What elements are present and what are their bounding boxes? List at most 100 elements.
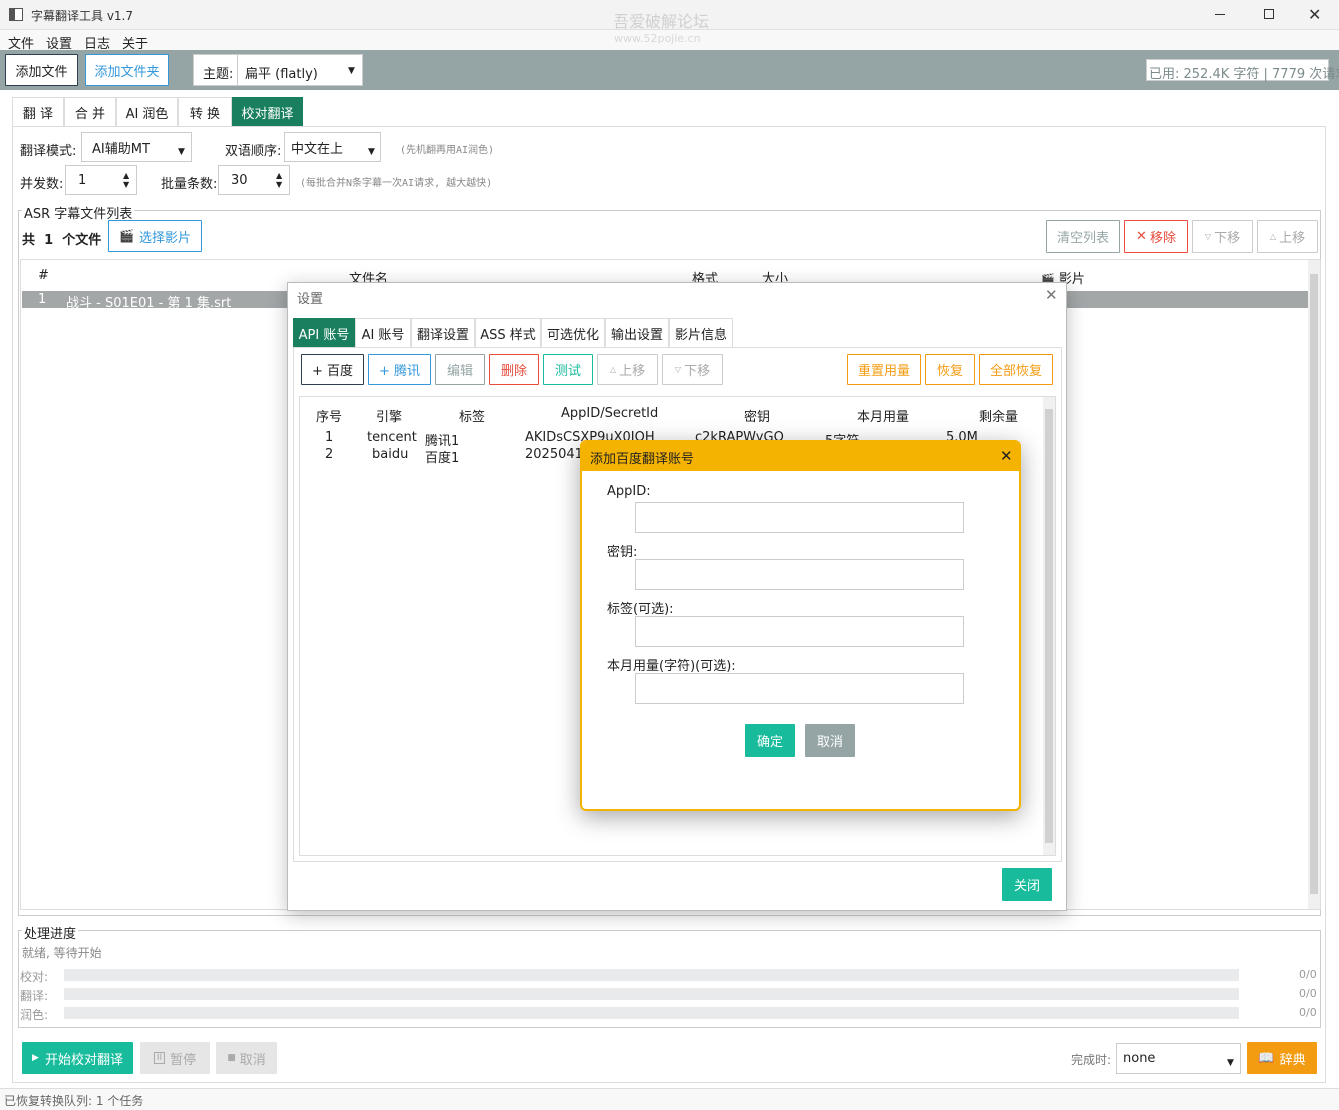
tab-output-settings[interactable]: 输出设置 (605, 318, 669, 347)
chevron-down-icon: ▼ (178, 147, 185, 157)
col-no: 序号 (316, 410, 343, 425)
batch-hint: (每批合并N条字幕一次AI请求, 越大越快) (300, 178, 493, 189)
add-folder-button[interactable]: 添加文件夹 (85, 54, 169, 86)
tab-api-account[interactable]: API 账号 (293, 318, 355, 347)
on-done-value: none (1123, 1051, 1156, 1066)
appid-input[interactable] (635, 502, 964, 533)
row-index: 1 (38, 292, 47, 307)
toolbar: 添加文件 添加文件夹 主题: 扁平 (flatly) ▼ 已用: 252.4K … (0, 50, 1339, 90)
tab-ai-account[interactable]: AI 账号 (355, 318, 411, 347)
select-video-label: 选择影片 (138, 230, 191, 246)
restore-button[interactable]: 恢复 (925, 354, 975, 385)
polish-count: 0/0 (1299, 1006, 1317, 1019)
close-icon[interactable]: ✕ (1000, 447, 1013, 465)
tab-label: 校对翻译 (241, 106, 294, 122)
tab-ass-style[interactable]: ASS 样式 (475, 318, 541, 347)
select-video-button[interactable]: 🎬 选择影片 (108, 220, 202, 252)
move-up-button[interactable]: △ 上移 (1257, 220, 1318, 253)
usage-text: 已用: 252.4K 字符 | 7779 次请求 (1149, 67, 1339, 82)
on-done-select[interactable]: none ▼ (1116, 1043, 1241, 1074)
tag-input[interactable] (635, 616, 964, 647)
status-text: 已恢复转换队列: 1 个任务 (4, 1094, 144, 1108)
add-baidu-button[interactable]: + 百度 (301, 354, 364, 385)
pause-label: 暂停 (170, 1052, 197, 1068)
test-button[interactable]: 测试 (543, 354, 593, 385)
move-down-button[interactable]: ▽ 下移 (1192, 220, 1253, 253)
theme-value: 扁平 (flatly) (245, 67, 318, 82)
tab-convert[interactable]: 转 换 (178, 97, 232, 126)
theme-select[interactable]: 扁平 (flatly) ▼ (237, 55, 363, 85)
reset-usage-button[interactable]: 重置用量 (847, 354, 921, 385)
mode-select[interactable]: AI辅助MT ▼ (81, 132, 192, 162)
account-up-button[interactable]: △ 上移 (597, 354, 658, 385)
tab-translate[interactable]: 翻 译 (12, 97, 64, 126)
add-tencent-button[interactable]: + 腾讯 (368, 354, 431, 385)
tab-optional-optimize[interactable]: 可选优化 (541, 318, 605, 347)
secret-key-input[interactable] (635, 559, 964, 590)
concurrency-spinbox[interactable]: 1 ▲ ▼ (65, 165, 137, 195)
settings-close-button[interactable]: 关闭 (1002, 868, 1052, 901)
cell-tag: 百度1 (425, 451, 460, 466)
remove-label: 移除 (1149, 231, 1176, 246)
vertical-scrollbar[interactable] (1308, 260, 1320, 909)
close-icon[interactable]: ✕ (1045, 286, 1058, 304)
vertical-scrollbar[interactable] (1043, 397, 1055, 855)
up-arrow-icon: △ (609, 365, 617, 374)
edit-button[interactable]: 编辑 (435, 354, 485, 385)
dtab-label: 可选优化 (546, 327, 599, 343)
pause-button[interactable]: II 暂停 (140, 1042, 210, 1074)
translate-label: 翻译: (20, 989, 49, 1003)
book-icon: 📖 (1258, 1050, 1275, 1066)
tab-merge[interactable]: 合 并 (64, 97, 116, 126)
polish-progress (64, 1007, 1239, 1019)
delete-button[interactable]: 删除 (489, 354, 539, 385)
add-account-title: 添加百度翻译账号 (590, 452, 695, 467)
remove-button[interactable]: ✕ 移除 (1124, 220, 1188, 253)
chevron-down-icon: ▼ (348, 66, 355, 76)
start-button[interactable]: ▶ 开始校对翻译 (22, 1042, 133, 1074)
tab-translate-settings[interactable]: 翻译设置 (411, 318, 475, 347)
translate-count: 0/0 (1299, 987, 1317, 1000)
restore-all-button[interactable]: 全部恢复 (979, 354, 1053, 385)
order-select[interactable]: 中文在上 ▼ (284, 132, 381, 162)
col-remain: 剩余量 (979, 410, 1019, 425)
cancel-task-button[interactable]: ■ 取消 (216, 1042, 277, 1074)
close-icon[interactable]: ✕ (1308, 5, 1321, 24)
tab-video-info[interactable]: 影片信息 (669, 318, 733, 347)
status-bar: 已恢复转换队列: 1 个任务 (0, 1088, 1339, 1110)
usage-box: 已用: 252.4K 字符 | 7779 次请求 (1146, 59, 1339, 82)
tab-proofread[interactable]: 校对翻译 (232, 97, 303, 126)
chevron-down-icon: ▼ (368, 147, 375, 157)
col-key: 密钥 (744, 410, 771, 425)
cancel-task-label: 取消 (239, 1052, 266, 1068)
appid-label: AppID: (607, 484, 651, 499)
down-arrow-icon: ▽ (1204, 232, 1212, 241)
down-label: 下移 (684, 364, 711, 379)
clear-list-button[interactable]: 清空列表 (1046, 220, 1120, 253)
add-file-button[interactable]: 添加文件 (5, 54, 78, 86)
cell-no: 1 (325, 430, 334, 445)
move-down-label: 下移 (1214, 231, 1241, 246)
batch-spinbox[interactable]: 30 ▲ ▼ (218, 165, 290, 195)
mode-value: AI辅助MT (92, 141, 150, 157)
minimize-icon[interactable] (1215, 14, 1225, 15)
polish-label: 润色: (20, 1008, 49, 1022)
pause-icon: II (153, 1052, 166, 1064)
cancel-button[interactable]: 取消 (805, 724, 855, 757)
dictionary-label: 辞典 (1279, 1052, 1306, 1068)
maximize-icon[interactable] (1264, 9, 1274, 19)
watermark-url: www.52pojie.cn (614, 32, 701, 45)
move-up-label: 上移 (1279, 231, 1306, 246)
start-label: 开始校对翻译 (44, 1052, 123, 1068)
monthly-usage-input[interactable] (635, 673, 964, 704)
concurrency-label: 并发数: (20, 177, 64, 192)
row-filename: 战斗 - S01E01 - 第 1 集.srt (66, 296, 232, 311)
dictionary-button[interactable]: 📖 辞典 (1247, 1042, 1317, 1074)
account-down-button[interactable]: ▽ 下移 (662, 354, 723, 385)
dtab-label: API 账号 (298, 327, 350, 343)
play-icon: ▶ (32, 1053, 39, 1063)
batch-value: 30 (231, 172, 248, 188)
batch-label: 批量条数: (161, 177, 218, 192)
tab-ai-polish[interactable]: AI 润色 (116, 97, 178, 126)
confirm-button[interactable]: 确定 (745, 724, 795, 757)
